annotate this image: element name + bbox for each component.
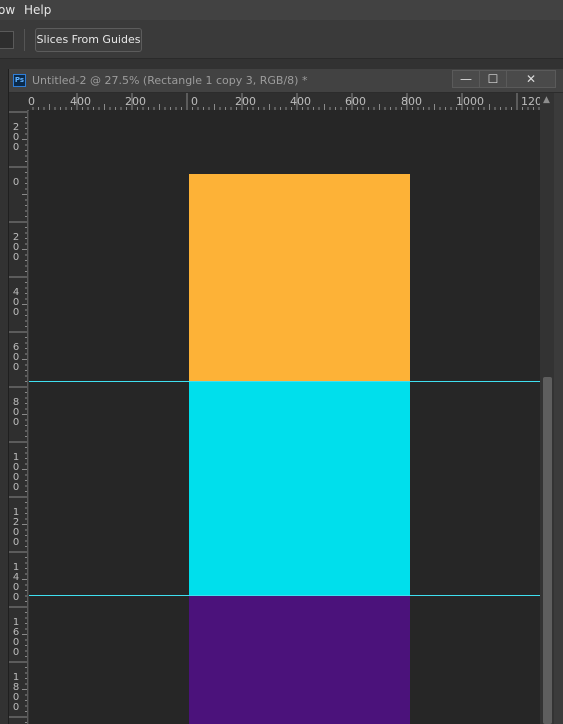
- document-title-bar[interactable]: Ps Untitled-2 @ 27.5% (Rectangle 1 copy …: [9, 69, 563, 93]
- ruler-corner[interactable]: [9, 93, 28, 110]
- document-canvas[interactable]: [29, 110, 540, 724]
- ruler-left-label: 1 8 0 0: [12, 672, 20, 713]
- ruler-left-label: 2 0 0: [12, 232, 20, 263]
- minimize-icon[interactable]: —: [452, 70, 480, 88]
- ruler-top-label: 200: [125, 95, 146, 108]
- ruler-left-label: 2 0 0: [12, 122, 20, 153]
- ruler-top-label: 0: [191, 95, 198, 108]
- close-icon[interactable]: ✕: [506, 70, 556, 88]
- horizontal-guide[interactable]: [29, 381, 540, 382]
- tool-option-box[interactable]: [0, 31, 14, 49]
- document-title: Untitled-2 @ 27.5% (Rectangle 1 copy 3, …: [32, 74, 308, 87]
- slices-from-guides-button[interactable]: Slices From Guides: [35, 28, 142, 52]
- scrollbar-thumb[interactable]: [543, 377, 552, 724]
- ruler-top-label: 600: [28, 95, 35, 108]
- ruler-left-label: 6 0 0: [12, 342, 20, 373]
- ruler-left-label: 4 0 0: [12, 287, 20, 318]
- horizontal-guide[interactable]: [29, 595, 540, 596]
- orange-rectangle[interactable]: [189, 174, 410, 382]
- ruler-left-label: 0: [12, 177, 20, 188]
- photoshop-icon: Ps: [13, 74, 26, 87]
- menu-bar: ow Help: [0, 0, 563, 20]
- options-bar: Slices From Guides: [0, 20, 563, 59]
- menu-window[interactable]: ow: [0, 3, 15, 17]
- vertical-scrollbar[interactable]: ▲: [540, 93, 554, 724]
- ruler-left-label: 8 0 0: [12, 397, 20, 428]
- options-separator: [24, 29, 25, 51]
- ruler-top-label: 120: [521, 95, 540, 108]
- ruler-top-label: 200: [235, 95, 256, 108]
- ruler-top-label: 600: [345, 95, 366, 108]
- ruler-left-label: 1 2 0 0: [12, 507, 20, 548]
- vertical-ruler[interactable]: 2 0 0 0 2 0 0 4 0 0 6 0 0 8 0 0 1 0 0 0 …: [9, 110, 28, 724]
- cyan-rectangle[interactable]: [189, 382, 410, 596]
- ruler-top-label: 400: [290, 95, 311, 108]
- chevron-up-icon[interactable]: ▲: [543, 95, 550, 105]
- horizontal-ruler[interactable]: 600 400 200 0 200 400 600 800 1000 120: [28, 93, 540, 111]
- menu-help[interactable]: Help: [24, 3, 51, 17]
- ruler-left-label: 1 4 0 0: [12, 562, 20, 603]
- purple-rectangle[interactable]: [189, 596, 410, 724]
- document-window: Ps Untitled-2 @ 27.5% (Rectangle 1 copy …: [8, 69, 563, 724]
- ruler-left-label: 1 0 0 0: [12, 452, 20, 493]
- ruler-top-label: 800: [401, 95, 422, 108]
- ruler-left-label: 1 6 0 0: [12, 617, 20, 658]
- ruler-top-label: 1000: [456, 95, 484, 108]
- ruler-top-label: 400: [70, 95, 91, 108]
- maximize-icon[interactable]: ☐: [479, 70, 507, 88]
